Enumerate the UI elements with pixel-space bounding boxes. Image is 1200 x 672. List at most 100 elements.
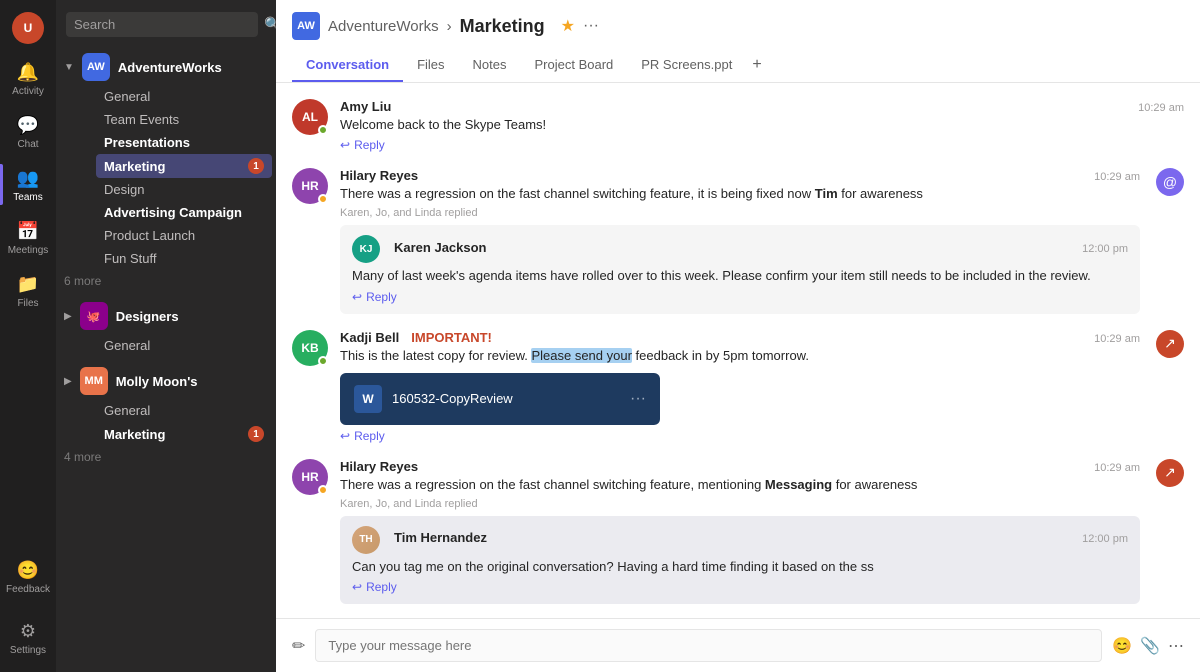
- header-team-icon: AW: [292, 12, 320, 40]
- file-menu-icon[interactable]: ···: [630, 390, 646, 408]
- nav-label-teams: Teams: [13, 192, 42, 203]
- tabs: Conversation Files Notes Project Board P…: [292, 48, 1184, 82]
- search-icon[interactable]: 🔍: [264, 16, 276, 33]
- attach-icon[interactable]: 📎: [1140, 636, 1160, 656]
- tab-notes[interactable]: Notes: [459, 49, 521, 82]
- channel-team-events[interactable]: Team Events: [96, 108, 272, 131]
- channel-presentations[interactable]: Presentations: [96, 131, 272, 154]
- team-header-adventureworks[interactable]: ▼ AW AdventureWorks: [56, 45, 276, 85]
- thread-text-tim: Can you tag me on the original conversat…: [352, 558, 1128, 576]
- channel-name-molly-marketing: Marketing: [104, 427, 165, 442]
- tabs-row: Conversation Files Notes Project Board P…: [292, 48, 1184, 82]
- tab-conversation[interactable]: Conversation: [292, 49, 403, 82]
- msg-sender-amy-liu: Amy Liu: [340, 99, 391, 114]
- avatar-amy-liu: AL: [292, 99, 328, 135]
- team-name-designers: Designers: [116, 309, 179, 324]
- nav-label-chat: Chat: [17, 139, 38, 150]
- input-icons: 😊 📎 ⋯: [1112, 636, 1184, 656]
- tab-add-button[interactable]: +: [746, 48, 767, 82]
- channel-design[interactable]: Design: [96, 178, 272, 201]
- thread-reply-tim[interactable]: ↩ Reply: [352, 580, 1128, 594]
- reply-icon-tim: ↩: [352, 580, 362, 594]
- channel-molly-marketing[interactable]: Marketing 1: [96, 422, 272, 446]
- nav-item-chat[interactable]: 💬 Chat: [0, 105, 56, 158]
- status-hilary-1: [318, 194, 328, 204]
- tab-files[interactable]: Files: [403, 49, 458, 82]
- nav-item-files[interactable]: 📁 Files: [0, 264, 56, 317]
- channel-name-designers-general: General: [104, 338, 150, 353]
- channel-name-presentations: Presentations: [104, 135, 190, 150]
- channel-name-marketing: Marketing: [104, 159, 165, 174]
- nav-item-teams[interactable]: 👥 Teams: [0, 158, 56, 211]
- nav-rail: U 🔔 Activity 💬 Chat 👥 Teams 📅 Meetings 📁…: [0, 0, 56, 672]
- thread-sender-tim: Tim Hernandez: [394, 530, 487, 545]
- channel-molly-general[interactable]: General: [96, 399, 272, 422]
- msg-time-amy-liu: 10:29 am: [1138, 102, 1184, 114]
- header-title-row: AW AdventureWorks › Marketing ★ ···: [292, 12, 1184, 48]
- message-group-hilary2: HR Hilary Reyes 10:29 am There was a reg…: [292, 459, 1184, 604]
- channel-designers-general[interactable]: General: [96, 334, 272, 357]
- msg-time-hilary1: 10:29 am: [1094, 171, 1140, 183]
- msg-content-amy-liu: Amy Liu 10:29 am Welcome back to the Sky…: [340, 99, 1184, 152]
- nav-label-files: Files: [17, 298, 38, 309]
- reply-label-karen: Reply: [366, 290, 397, 304]
- header-channel-name: Marketing: [460, 16, 545, 37]
- reply-amy-liu[interactable]: ↩ Reply: [340, 138, 1184, 152]
- message-input[interactable]: [315, 629, 1102, 662]
- more-options-icon[interactable]: ···: [583, 17, 599, 35]
- team-name-adventureworks: AdventureWorks: [118, 60, 222, 75]
- emoji-icon[interactable]: 😊: [1112, 636, 1132, 656]
- channel-advertising[interactable]: Advertising Campaign: [96, 201, 272, 224]
- messages-area: AL Amy Liu 10:29 am Welcome back to the …: [276, 83, 1200, 618]
- reply-label: Reply: [354, 138, 385, 152]
- msg-header-hilary2: Hilary Reyes 10:29 am: [340, 459, 1140, 474]
- channel-general[interactable]: General: [96, 85, 272, 108]
- status-amy-liu: [318, 125, 328, 135]
- tab-project-board[interactable]: Project Board: [521, 49, 628, 82]
- msg-sender-hilary2: Hilary Reyes: [340, 459, 418, 474]
- header-team-name: AdventureWorks: [328, 18, 439, 35]
- tab-pr-screens[interactable]: PR Screens.ppt: [627, 49, 746, 82]
- file-attachment-kadji[interactable]: W 160532-CopyReview ···: [340, 373, 660, 425]
- chevron-icon-molly: ▶: [64, 376, 72, 387]
- replied-note-hilary2: Karen, Jo, and Linda replied: [340, 498, 1140, 510]
- more-input-icon[interactable]: ⋯: [1168, 636, 1184, 656]
- search-input[interactable]: [66, 12, 258, 37]
- msg-header-hilary1: Hilary Reyes 10:29 am: [340, 168, 1140, 183]
- team-header-molly[interactable]: ▶ MM Molly Moon's: [56, 359, 276, 399]
- nav-item-activity[interactable]: 🔔 Activity: [0, 52, 56, 105]
- reaction-at-hilary1: @: [1156, 168, 1184, 196]
- chevron-icon-designers: ▶: [64, 311, 72, 322]
- settings-icon: ⚙: [16, 619, 40, 643]
- message-group-kadji: KB Kadji Bell IMPORTANT! 10:29 am This i…: [292, 330, 1184, 443]
- more-channels-adventureworks[interactable]: 6 more: [56, 270, 276, 292]
- nav-item-feedback[interactable]: 😊 Feedback: [0, 550, 56, 603]
- msg-time-hilary2: 10:29 am: [1094, 462, 1140, 474]
- thread-block-karen: KJ Karen Jackson 12:00 pm Many of last w…: [340, 225, 1140, 313]
- msg-header-kadji: Kadji Bell IMPORTANT! 10:29 am: [340, 330, 1140, 345]
- user-avatar[interactable]: U: [12, 12, 44, 44]
- teams-icon: 👥: [16, 166, 40, 190]
- header-icons: ★ ···: [561, 16, 599, 36]
- thread-sender-karen: Karen Jackson: [394, 240, 487, 255]
- nav-item-meetings[interactable]: 📅 Meetings: [0, 211, 56, 264]
- channel-marketing[interactable]: Marketing 1: [96, 154, 272, 178]
- nav-item-settings[interactable]: ⚙ Settings: [0, 611, 56, 664]
- star-icon[interactable]: ★: [561, 16, 575, 36]
- channel-fun-stuff[interactable]: Fun Stuff: [96, 247, 272, 270]
- reply-kadji[interactable]: ↩ Reply: [340, 429, 1140, 443]
- channel-list-designers: General: [56, 334, 276, 357]
- activity-icon: 🔔: [16, 60, 40, 84]
- avatar-hilary-reyes-1: HR: [292, 168, 328, 204]
- team-header-designers[interactable]: ▶ 🐙 Designers: [56, 294, 276, 334]
- channel-product-launch[interactable]: Product Launch: [96, 224, 272, 247]
- channel-list-molly: General Marketing 1: [56, 399, 276, 446]
- msg-content-hilary1: Hilary Reyes 10:29 am There was a regres…: [340, 168, 1140, 313]
- more-channels-molly[interactable]: 4 more: [56, 446, 276, 468]
- msg-content-hilary2: Hilary Reyes 10:29 am There was a regres…: [340, 459, 1140, 604]
- msg-sender-hilary1: Hilary Reyes: [340, 168, 418, 183]
- edit-icon[interactable]: ✏: [292, 636, 305, 656]
- team-name-molly: Molly Moon's: [116, 374, 198, 389]
- thread-reply-karen[interactable]: ↩ Reply: [352, 290, 1128, 304]
- chat-icon: 💬: [16, 113, 40, 137]
